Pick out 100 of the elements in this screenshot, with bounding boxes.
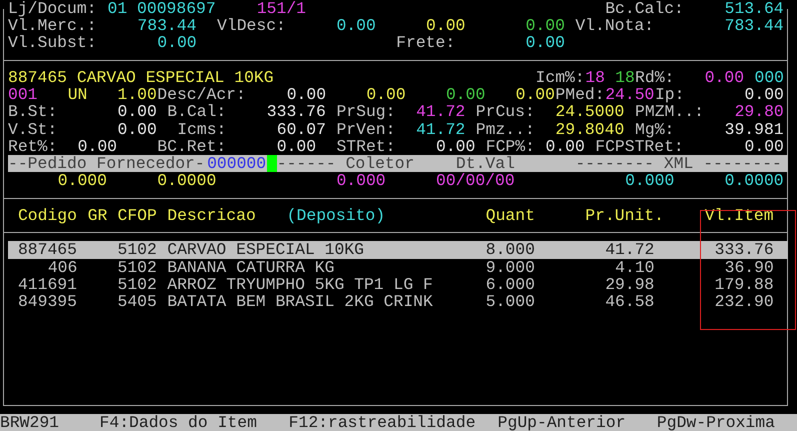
field-label: Ret%: xyxy=(8,138,58,156)
screen-code: BRW291 xyxy=(0,414,60,431)
field-value: 0.00 xyxy=(516,86,556,104)
field-value: 0.00 xyxy=(446,86,486,104)
field-value: 0.0000 xyxy=(724,172,784,190)
product-title: 887465 CARVAO ESPECIAL 10KG xyxy=(8,68,275,86)
field-label: BC.Ret: xyxy=(157,138,227,156)
table-cell: 849395 xyxy=(18,292,78,310)
table-cell-text: ARROZ TRYUMPHO 5KG TP1 LG F xyxy=(167,276,434,293)
table-cell: 6.000 xyxy=(486,276,536,293)
table-cell: 29.98 xyxy=(605,276,655,293)
field-value: 0.00 xyxy=(526,34,566,52)
field-value: 39.981 xyxy=(724,120,784,138)
field-value: UN xyxy=(68,86,88,104)
field-label: Icms: xyxy=(177,120,227,138)
field-value: 29.8040 xyxy=(555,120,626,138)
field-value: 333.76 xyxy=(266,103,326,121)
table-cell: 406 xyxy=(48,258,78,276)
field-label: Icm%: xyxy=(536,68,586,86)
field-value: 0.00 xyxy=(157,34,198,52)
field-value: 513.64 xyxy=(724,0,784,18)
table-cell: 4.10 xyxy=(615,258,655,276)
table-cell: 232.90 xyxy=(714,292,774,310)
field-value: 0.00 xyxy=(117,120,158,138)
shortcut-hint[interactable]: F4:Dados do Item xyxy=(100,414,259,431)
table-cell: 5.000 xyxy=(486,292,536,310)
field-value: 783.44 xyxy=(724,17,784,34)
field-label: V.St: xyxy=(8,120,58,138)
shortcut-hint[interactable]: F12:rastreabilidade xyxy=(288,414,478,431)
field-value: 01 00098697 xyxy=(108,0,217,18)
field-value: 0.00 xyxy=(545,138,586,156)
order-number: 000000 xyxy=(207,155,267,172)
field-label: PrSug: xyxy=(336,103,396,121)
field-value: 0.000 xyxy=(625,172,675,190)
field-value: 0.00 xyxy=(744,86,784,104)
field-value: 41.72 xyxy=(416,120,466,138)
table-cell: 333.76 xyxy=(714,241,774,259)
field-value: 783.44 xyxy=(137,17,198,34)
field-label: FCPSTRet: xyxy=(595,138,685,156)
field-label: PMed: xyxy=(555,86,606,104)
column-header: (Deposito) xyxy=(286,206,386,224)
table-row[interactable]: 406 5102 BANANA CATURRA KG 9.000 4.10 36.90 xyxy=(8,258,788,276)
field-label: Ip: xyxy=(654,86,685,104)
shortcut-hint[interactable]: PgUp-Anterior xyxy=(498,414,628,431)
field-label: FCP%: xyxy=(486,138,536,156)
table-cell: 41.72 xyxy=(605,241,655,259)
field-value: 1.00 xyxy=(117,86,158,104)
field-value: 0.000 xyxy=(58,172,108,190)
table-cell: 5102 xyxy=(117,258,158,276)
table-row[interactable]: 887465 5102 CARVAO ESPECIAL 10KG 8.000 41.72 333.76 xyxy=(8,241,788,259)
field-value: 0.00 xyxy=(704,68,745,86)
column-header: Quant xyxy=(486,206,536,224)
field-value: 001 xyxy=(8,86,38,104)
field-value: 0.00 xyxy=(276,138,317,156)
field-value: 0.00 xyxy=(744,138,784,156)
table-cell: 887465 xyxy=(18,241,78,259)
table-cell: 46.58 xyxy=(605,292,655,310)
bar-label: Dt.Val xyxy=(456,155,516,172)
column-header: GR xyxy=(88,206,108,224)
field-value: 24.50 xyxy=(605,86,655,104)
field-label: Mg%: xyxy=(635,120,675,138)
field-value: 18 xyxy=(585,68,606,86)
field-value: 0.0000 xyxy=(157,172,218,190)
table-cell: 5102 xyxy=(117,276,158,293)
table-cell: 9.000 xyxy=(486,258,536,276)
bar-label: ------ Coletor xyxy=(276,155,416,172)
field-label: B.Cal: xyxy=(167,103,227,121)
bar-label: --Pedido Fornecedor- xyxy=(8,155,206,172)
field-label: Pmz..: xyxy=(476,120,536,138)
table-cell-text: CARVAO ESPECIAL 10KG xyxy=(167,241,365,259)
table-cell: 411691 xyxy=(18,276,78,293)
table-cell: 8.000 xyxy=(486,241,536,259)
table-cell: 36.90 xyxy=(724,258,774,276)
shortcut-hint[interactable]: PgDw-Proxima xyxy=(656,414,776,431)
column-header: Descricao xyxy=(167,206,257,224)
table-cell: 179.88 xyxy=(714,276,774,293)
table-row[interactable]: 411691 5102 ARROZ TRYUMPHO 5KG TP1 LG F 6.000 29.98 179.88 xyxy=(8,276,788,293)
table-cell-text: BANANA CATURRA KG xyxy=(167,258,336,276)
column-header: Codigo xyxy=(18,206,78,224)
field-label: Vl.Subst: xyxy=(8,34,98,52)
field-value: 18 xyxy=(615,68,636,86)
field-value: 29.80 xyxy=(734,103,784,121)
table-row[interactable]: 849395 5405 BATATA BEM BRASIL 2KG CRINK 5.000 46.58 232.90 xyxy=(8,292,788,310)
field-label: PrCus: xyxy=(476,103,536,121)
field-label: B.St: xyxy=(8,103,58,121)
field-label: Desc/Acr: xyxy=(157,86,247,104)
field-value: 24.5000 xyxy=(555,103,626,121)
field-value: 60.07 xyxy=(276,120,326,138)
field-value: 0.00 xyxy=(78,138,118,156)
table-cell-text: BATATA BEM BRASIL 2KG CRINK xyxy=(167,292,434,310)
column-header: CFOP xyxy=(117,206,158,224)
field-label: Vl.Nota: xyxy=(575,17,655,34)
table-cell: 5102 xyxy=(117,241,158,259)
field-value: 0.00 xyxy=(286,86,326,104)
field-label: Bc.Calc: xyxy=(605,0,685,18)
bar-label: -------- XML -------- xyxy=(575,155,783,172)
field-label: Frete: xyxy=(396,34,456,52)
field-value: 0.00 xyxy=(526,17,566,34)
field-value: 0.00 xyxy=(426,17,466,34)
field-value: 41.72 xyxy=(416,103,466,121)
